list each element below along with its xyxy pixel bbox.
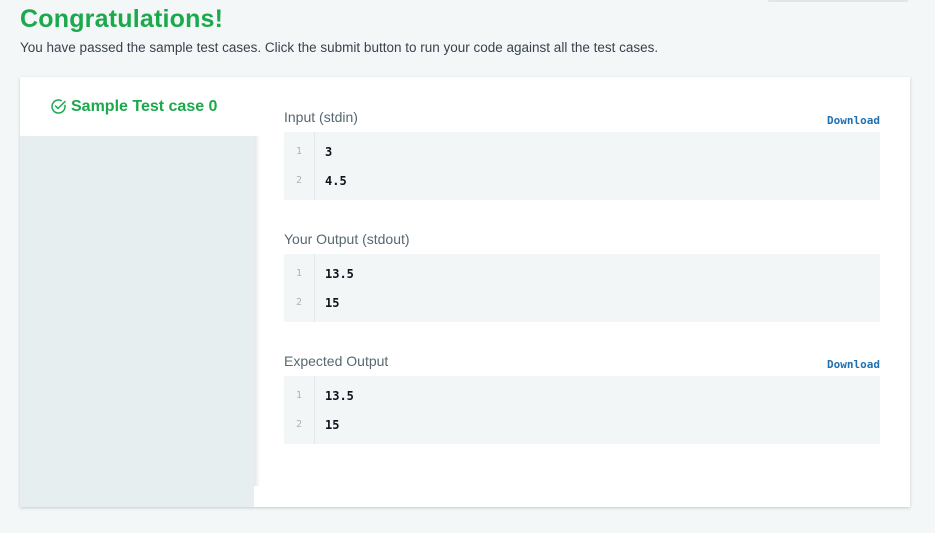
code-text: 15 [325, 295, 340, 310]
code-text: 4.5 [325, 173, 347, 188]
code-line: 1 13.5 [284, 381, 354, 410]
top-tab-edge [768, 0, 908, 2]
input-label: Input (stdin) [284, 109, 358, 125]
expected-code-box: 1 13.5 2 15 [284, 376, 880, 444]
line-number: 2 [295, 297, 303, 308]
line-number: 1 [295, 390, 303, 401]
input-code-box: 1 3 2 4.5 [284, 132, 880, 200]
code-text: 3 [325, 144, 333, 159]
test-results-card: Sample Test case 0 Input (stdin) Downloa… [20, 77, 910, 507]
input-download-link[interactable]: Download [827, 114, 880, 127]
check-circle-icon [50, 98, 67, 115]
code-line: 2 4.5 [284, 166, 347, 195]
page-subtitle: You have passed the sample test cases. C… [20, 40, 659, 55]
code-line: 1 3 [284, 137, 332, 166]
line-number: 2 [295, 419, 303, 430]
code-line: 2 15 [284, 410, 339, 439]
line-number: 1 [295, 268, 303, 279]
output-code-box: 1 13.5 2 15 [284, 254, 880, 322]
tab-label: Sample Test case 0 [71, 97, 218, 115]
tab-sample-test-case-0[interactable]: Sample Test case 0 [20, 77, 254, 136]
expected-download-link[interactable]: Download [827, 358, 880, 371]
code-line: 1 13.5 [284, 259, 354, 288]
test-case-sidebar: Sample Test case 0 [20, 77, 254, 507]
sidebar-shadow [254, 136, 260, 486]
expected-output-label: Expected Output [284, 353, 389, 369]
output-label: Your Output (stdout) [284, 231, 410, 247]
code-line: 2 15 [284, 288, 339, 317]
code-text: 15 [325, 417, 340, 432]
line-number: 1 [295, 146, 303, 157]
code-text: 13.5 [325, 266, 354, 281]
page-title: Congratulations! [20, 5, 224, 33]
code-text: 13.5 [325, 388, 354, 403]
line-number: 2 [295, 175, 303, 186]
